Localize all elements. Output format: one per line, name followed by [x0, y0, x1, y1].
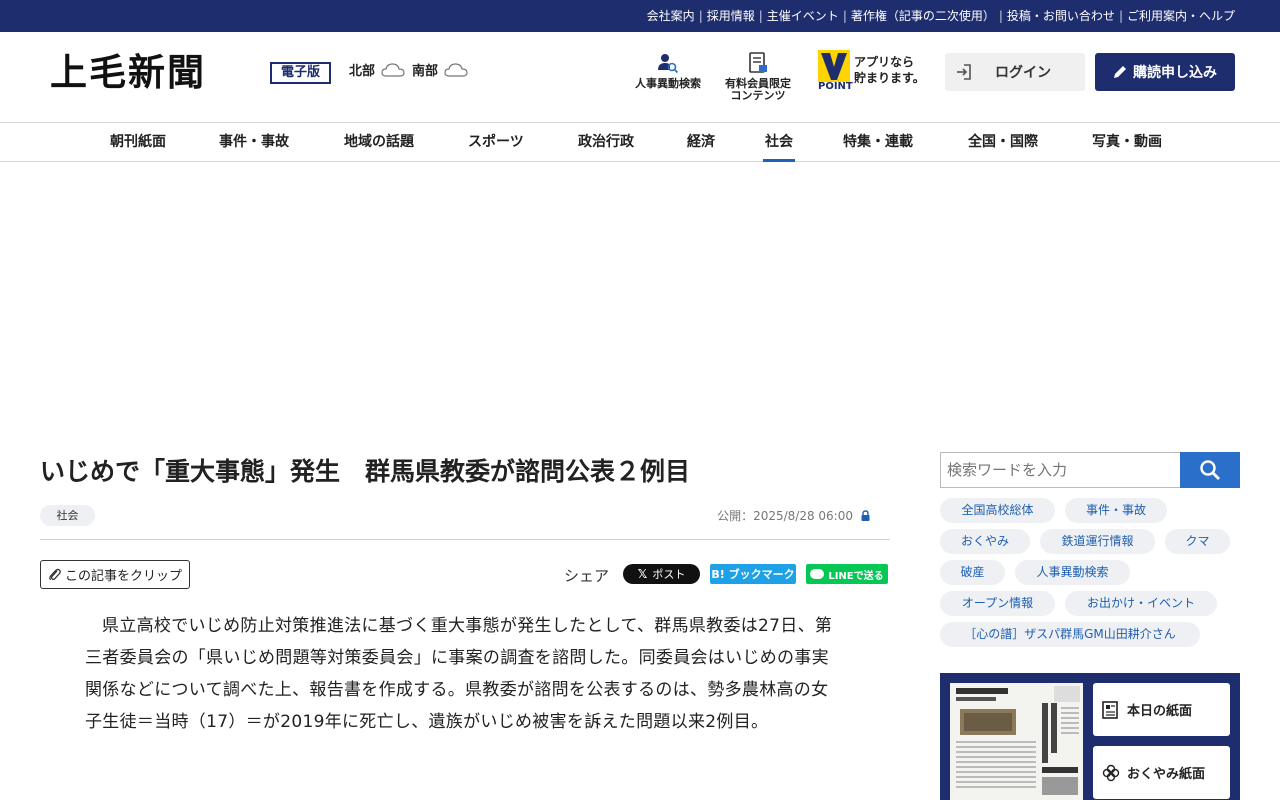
share-label: シェア	[564, 567, 610, 585]
category-tag[interactable]: 社会	[40, 505, 95, 526]
members-content-link[interactable]: 有料会員限定 コンテンツ	[718, 52, 798, 102]
nav-item-sports[interactable]: スポーツ	[468, 123, 524, 161]
document-icon	[749, 52, 767, 73]
top-link-help[interactable]: ご利用案内・ヘルプ	[1127, 8, 1235, 24]
cloud-icon	[444, 62, 468, 77]
keyword-chip[interactable]: お出かけ・イベント	[1065, 591, 1217, 616]
keyword-chip[interactable]: 鉄道運行情報	[1040, 529, 1155, 554]
pencil-icon	[1114, 66, 1126, 78]
nav-item-morning-paper[interactable]: 朝刊紙面	[110, 123, 166, 161]
paperclip-icon	[49, 568, 61, 580]
keyword-chip[interactable]: おくやみ	[940, 529, 1030, 554]
article-body: 県立高校でいじめ防止対策推進法に基づく重大事態が発生したとして、群馬県教委は27…	[85, 616, 833, 732]
publish-date-text: 公開：2025/8/28 06:00	[717, 509, 853, 523]
weather-north[interactable]: 北部	[349, 60, 405, 79]
share-line-label: LINEで送る	[828, 570, 884, 582]
app-points-text: アプリなら 貯まります。	[854, 54, 925, 86]
top-link-company[interactable]: 会社案内	[647, 8, 695, 24]
top-link-copyright[interactable]: 著作権（記事の二次使用）	[851, 8, 995, 24]
keyword-chip[interactable]: 破産	[940, 560, 1005, 585]
top-link-recruit[interactable]: 採用情報	[707, 8, 755, 24]
lock-icon	[861, 510, 870, 521]
weather-south[interactable]: 南部	[412, 60, 468, 79]
top-link-events[interactable]: 主催イベント	[767, 8, 839, 24]
person-search-icon	[658, 54, 679, 74]
clip-article-button[interactable]: この記事をクリップ	[40, 560, 190, 589]
keyword-chip[interactable]: ［心の譜］ザスパ群馬GM山田耕介さん	[940, 622, 1200, 647]
share-hatena-label: B! ブックマーク	[711, 568, 795, 581]
site-logo[interactable]: 上毛新聞	[50, 52, 206, 92]
nav-item-features[interactable]: 特集・連載	[843, 123, 913, 161]
keyword-chip[interactable]: 事件・事故	[1065, 498, 1167, 523]
app-points-line1: アプリなら	[854, 55, 915, 69]
site-header: 上毛新聞 電子版 北部 南部 人事異動検索 有料会員限定 コンテンツ POINT…	[0, 32, 1280, 122]
clip-label: この記事をクリップ	[64, 569, 182, 584]
nav-item-society[interactable]: 社会	[763, 123, 795, 162]
login-label: ログイン	[995, 65, 1051, 81]
nav-item-economy[interactable]: 経済	[687, 123, 715, 161]
main-nav: 朝刊紙面 事件・事故 地域の話題 スポーツ 政治行政 経済 社会 特集・連載 全…	[0, 122, 1280, 162]
paper-panel: 本日の紙面 おくやみ紙面	[940, 673, 1240, 800]
weather-region-label: 南部	[412, 64, 439, 79]
share-hatena-button[interactable]: B! ブックマーク	[710, 564, 796, 584]
members-label-line2: コンテンツ	[730, 89, 786, 102]
nav-item-local[interactable]: 地域の話題	[344, 123, 414, 161]
logo-edition-badge: 電子版	[270, 62, 331, 84]
title-divider	[40, 539, 890, 540]
article-title: いじめで「重大事態」発生 群馬県教委が諮問公表２例目	[40, 457, 691, 486]
share-line-button[interactable]: LINEで送る	[806, 564, 888, 584]
app-points-line2: 貯まります。	[854, 71, 925, 85]
newspaper-thumbnail[interactable]	[950, 683, 1083, 800]
login-icon	[957, 64, 971, 80]
x-logo-icon: 𝕏	[637, 567, 648, 581]
keyword-chip[interactable]: クマ	[1165, 529, 1230, 554]
subscribe-button[interactable]: 購読申し込み	[1095, 53, 1235, 91]
vpoint-logo[interactable]: POINT	[818, 50, 853, 92]
search-icon	[1200, 460, 1220, 480]
search-button[interactable]	[1180, 452, 1240, 488]
today-paper-label: 本日の紙面	[1127, 704, 1193, 719]
cloud-icon	[381, 62, 405, 77]
obituary-paper-label: おくやみ紙面	[1127, 767, 1206, 782]
publish-date: 公開：2025/8/28 06:00	[717, 507, 870, 524]
vpoint-label: POINT	[818, 81, 853, 92]
nav-item-photos[interactable]: 写真・動画	[1092, 123, 1162, 161]
share-x-label: ポスト	[652, 568, 686, 581]
weather-region-label: 北部	[349, 64, 376, 79]
nav-item-politics[interactable]: 政治行政	[578, 123, 634, 161]
keyword-chip[interactable]: 人事異動検索	[1015, 560, 1130, 585]
personnel-search-label: 人事異動検索	[635, 77, 701, 90]
flower-icon	[1102, 764, 1120, 781]
today-paper-button[interactable]: 本日の紙面	[1093, 683, 1230, 736]
keyword-chip[interactable]: オープン情報	[940, 591, 1055, 616]
site-search	[940, 452, 1240, 488]
top-utility-bar: 会社案内 | 採用情報 | 主催イベント | 著作権（記事の二次使用） | 投稿・お問い…	[0, 0, 1280, 32]
top-links: 会社案内 | 採用情報 | 主催イベント | 著作権（記事の二次使用） | 投稿・お問い…	[646, 8, 1235, 24]
top-link-contact[interactable]: 投稿・お問い合わせ	[1007, 8, 1115, 24]
newspaper-page-image	[950, 683, 1083, 800]
obituary-paper-button[interactable]: おくやみ紙面	[1093, 746, 1230, 799]
share-x-button[interactable]: 𝕏 ポスト	[623, 564, 700, 584]
login-button[interactable]: ログイン	[945, 53, 1085, 91]
keyword-chip[interactable]: 全国高校総体	[940, 498, 1055, 523]
personnel-search-link[interactable]: 人事異動検索	[628, 52, 708, 90]
search-input[interactable]	[940, 452, 1180, 488]
subscribe-label: 購読申し込み	[1133, 65, 1217, 81]
newspaper-icon	[1102, 700, 1118, 719]
nav-item-incidents[interactable]: 事件・事故	[219, 123, 289, 161]
line-bubble-icon	[810, 569, 825, 579]
nav-item-national[interactable]: 全国・国際	[968, 123, 1038, 161]
